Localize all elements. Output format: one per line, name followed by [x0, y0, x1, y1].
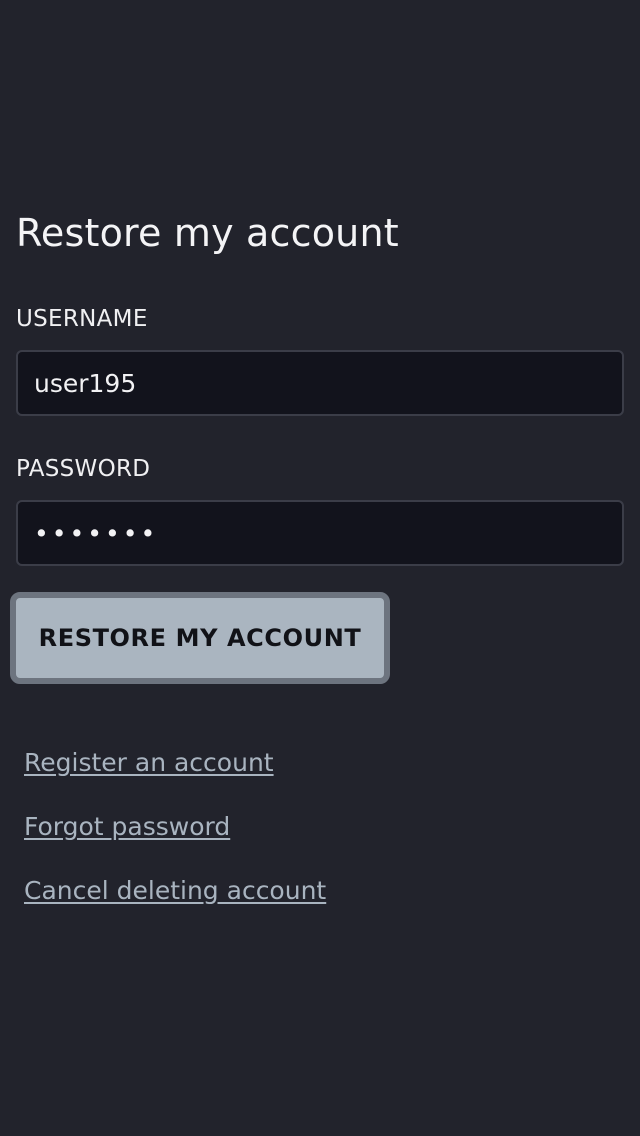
list-item: Cancel deleting account [24, 872, 326, 936]
cancel-deleting-account-link[interactable]: Cancel deleting account [24, 876, 326, 905]
restore-account-page: Restore my account USERNAME PASSWORD RES… [0, 0, 640, 1136]
account-links: Register an account Forgot password Canc… [24, 744, 326, 936]
restore-account-button[interactable]: RESTORE MY ACCOUNT [10, 592, 390, 684]
list-item: Register an account [24, 744, 326, 808]
password-field[interactable] [16, 500, 624, 566]
page-title: Restore my account [16, 211, 399, 255]
username-field[interactable] [16, 350, 624, 416]
password-label: PASSWORD [16, 456, 151, 482]
forgot-password-link[interactable]: Forgot password [24, 812, 230, 841]
restore-account-button-label: RESTORE MY ACCOUNT [38, 624, 362, 652]
list-item: Forgot password [24, 808, 326, 872]
register-account-link[interactable]: Register an account [24, 748, 274, 777]
username-label: USERNAME [16, 306, 148, 332]
